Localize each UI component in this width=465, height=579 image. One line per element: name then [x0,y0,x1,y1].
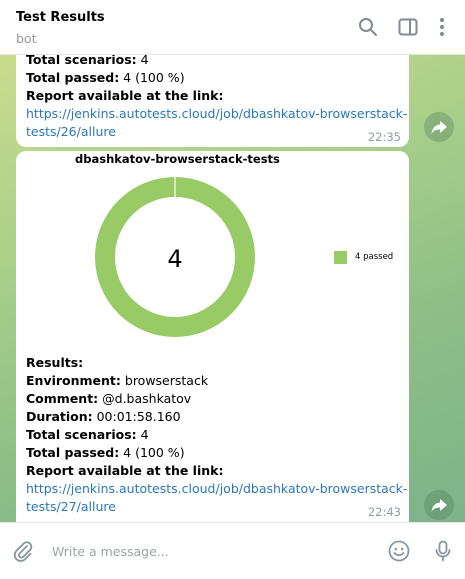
message-line: Report available at the link: [26,463,224,478]
forward-icon [431,121,447,134]
legend-swatch-passed [334,251,347,264]
emoji-icon[interactable] [387,539,411,563]
forward-button[interactable] [424,112,454,142]
donut-center-label: 4 [167,245,182,273]
message-line: Comment: @d.bashkatov [26,391,192,406]
message-line: Total scenarios: 4 [26,427,149,442]
message-line: Total scenarios: 4 [26,55,149,67]
message-line: Total passed: 4 (100 %) [26,445,185,460]
chat-subtitle: bot [16,31,37,46]
message-bubble[interactable]: dbashkatov-browserstack-tests 4 4 passed… [16,151,409,522]
chat-background: Total scenarios: 4 Total passed: 4 (100 … [0,55,465,522]
more-icon[interactable] [431,16,453,38]
message-line: Report available at the link: [26,88,224,103]
chat-title[interactable]: Test Results [16,10,105,25]
legend-label-passed: 4 passed [355,252,394,262]
donut-chart: 4 [95,177,255,337]
message-line: Environment: browserstack [26,373,209,388]
message-time: 22:35 [367,130,401,144]
forward-icon [431,499,447,512]
report-link[interactable]: https://jenkins.autotests.cloud/job/dbas… [26,480,407,498]
message-line: Duration: 00:01:58.160 [26,409,181,424]
message-line: Total passed: 4 (100 %) [26,70,185,85]
message-time: 22:43 [367,505,401,519]
message-bubble[interactable]: Total scenarios: 4 Total passed: 4 (100 … [16,55,409,147]
report-link-cont[interactable]: tests/27/allure [26,498,116,516]
report-link-cont[interactable]: tests/26/allure [26,123,116,141]
search-icon[interactable] [357,16,379,38]
chart-title: dbashkatov-browserstack-tests [75,152,280,166]
attach-icon[interactable] [11,539,35,563]
microphone-icon[interactable] [431,539,455,563]
message-line: Results: [26,355,84,370]
chat-header: Test Results bot [0,0,465,55]
message-composer [0,522,465,579]
sidebar-icon[interactable] [397,16,419,38]
forward-button[interactable] [424,490,454,520]
message-input[interactable] [52,541,372,561]
report-link[interactable]: https://jenkins.autotests.cloud/job/dbas… [26,105,407,123]
